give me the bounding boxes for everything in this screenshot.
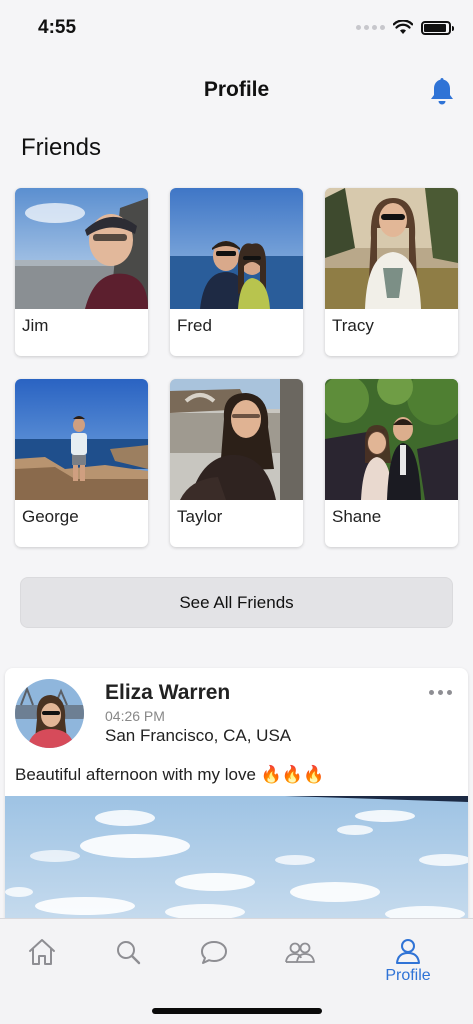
friend-photo: [15, 188, 148, 309]
friend-card-fred[interactable]: Fred: [170, 188, 303, 356]
page-title: Profile: [203, 78, 270, 101]
post-image[interactable]: [5, 796, 468, 928]
cellular-signal-icon: [356, 25, 385, 30]
post-card: Eliza Warren 04:26 PM San Francisco, CA,…: [5, 668, 468, 928]
friend-name: Fred: [177, 316, 212, 335]
see-all-friends-button[interactable]: See All Friends: [20, 577, 453, 628]
friend-name: Jim: [22, 316, 49, 335]
home-indicator[interactable]: [152, 1008, 322, 1014]
friend-photo: [170, 188, 303, 309]
post-time: 04:26 PM: [105, 708, 165, 724]
friend-name: Shane: [332, 507, 382, 526]
tab-profile-label: Profile: [385, 967, 431, 984]
friend-card-jim[interactable]: Jim: [15, 188, 148, 356]
friend-photo: [15, 379, 148, 500]
battery-icon: [421, 20, 454, 35]
tab-search[interactable]: [98, 937, 158, 967]
friend-photo: [170, 379, 303, 500]
post-author[interactable]: Eliza Warren: [105, 681, 230, 705]
friend-card-tracy[interactable]: Tracy: [325, 188, 458, 356]
friend-name: George: [22, 507, 79, 526]
post-text: Beautiful afternoon with my love 🔥🔥🔥: [15, 765, 325, 784]
friend-photo: [325, 379, 458, 500]
home-icon: [29, 939, 55, 965]
tab-profile[interactable]: Profile: [378, 937, 438, 985]
tab-friends[interactable]: [270, 937, 330, 967]
friend-name: Taylor: [177, 507, 223, 526]
avatar[interactable]: [15, 679, 84, 748]
profile-icon: [396, 939, 420, 964]
chat-bubble-icon: [201, 941, 227, 964]
friend-card-george[interactable]: George: [15, 379, 148, 547]
friend-photo: [325, 188, 458, 309]
more-options-icon[interactable]: [429, 690, 452, 695]
tab-home[interactable]: [12, 937, 72, 967]
tab-messages[interactable]: [184, 937, 244, 967]
status-icons: [356, 20, 454, 35]
friend-card-shane[interactable]: Shane: [325, 379, 458, 547]
friend-card-taylor[interactable]: Taylor: [170, 379, 303, 547]
notifications-bell-icon[interactable]: [428, 76, 456, 106]
status-bar: 4:55: [0, 0, 473, 58]
search-icon: [117, 941, 141, 965]
wifi-icon: [393, 20, 413, 34]
friends-section-title: Friends: [21, 134, 102, 161]
status-time: 4:55: [38, 17, 77, 38]
friend-name: Tracy: [332, 316, 374, 335]
friends-grid: Jim Fred Tracy George Taylor Shane: [15, 188, 459, 547]
friends-icon: [285, 942, 315, 963]
post-location: San Francisco, CA, USA: [105, 726, 292, 745]
